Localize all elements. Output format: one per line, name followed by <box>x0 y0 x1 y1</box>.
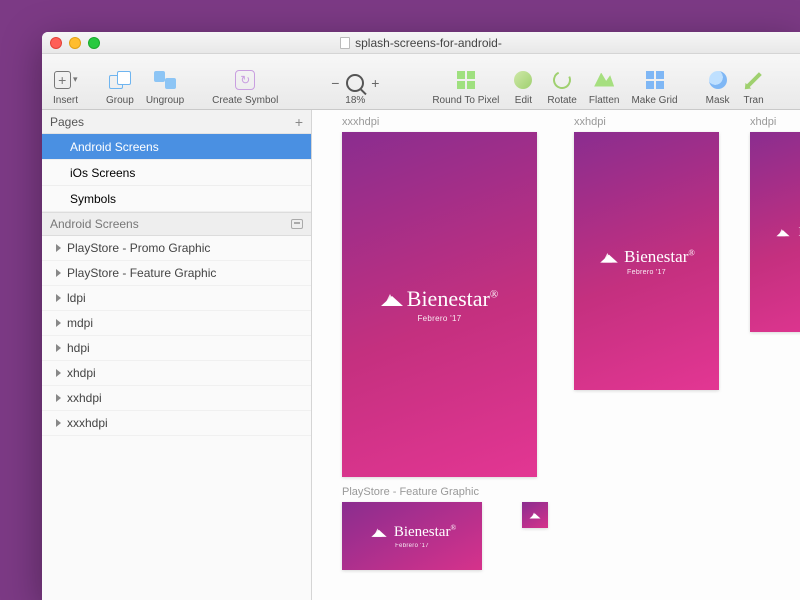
layer-item[interactable]: PlayStore - Feature Graphic <box>42 261 311 286</box>
disclosure-icon <box>56 269 61 277</box>
app-window: splash-screens-for-android- +▾ Insert Gr… <box>42 32 800 600</box>
page-item-symbols[interactable]: Symbols <box>42 186 311 212</box>
edit-icon <box>514 71 532 89</box>
transform-button[interactable]: Tran <box>737 58 771 106</box>
artboard-label[interactable]: xhdpi <box>750 116 776 128</box>
ungroup-icon <box>154 71 176 89</box>
group-button[interactable]: Group <box>101 58 139 106</box>
toolbar: +▾ Insert Group Ungroup ↻ Create Symbol … <box>42 54 800 110</box>
layer-item[interactable]: ldpi <box>42 286 311 311</box>
zoom-out-button[interactable]: − <box>328 75 342 91</box>
page-item-ios[interactable]: iOs Screens <box>42 160 311 186</box>
disclosure-icon <box>56 294 61 302</box>
group-icon <box>109 71 131 89</box>
close-window-button[interactable] <box>50 37 62 49</box>
zoom-control: − + 18% <box>317 58 393 106</box>
artboard-feature-graphic[interactable]: Bienestar® Febrero '17 <box>342 502 482 570</box>
sidebar: Pages + Android Screens iOs Screens Symb… <box>42 110 312 600</box>
layers-section-header: Android Screens <box>42 212 311 236</box>
pages-header: Pages + <box>42 110 311 134</box>
document-icon <box>340 37 350 49</box>
layer-item[interactable]: xhdpi <box>42 361 311 386</box>
transform-icon <box>746 72 762 88</box>
canvas[interactable]: xxxhdpi Bienestar® Febrero '17 xxhdpi Bi… <box>312 110 800 600</box>
add-page-button[interactable]: + <box>295 114 303 130</box>
brand-logo-icon <box>600 251 618 262</box>
artboard-xxxhdpi[interactable]: Bienestar® Febrero '17 <box>342 132 537 477</box>
titlebar: splash-screens-for-android- <box>42 32 800 54</box>
layer-item[interactable]: hdpi <box>42 336 311 361</box>
create-symbol-button[interactable]: ↻ Create Symbol <box>207 58 283 106</box>
artboard-xhdpi[interactable]: Bienestar <box>750 132 800 332</box>
brand-logo-icon <box>381 292 403 306</box>
flatten-button[interactable]: Flatten <box>584 58 625 106</box>
artboard-label[interactable]: xxhdpi <box>574 116 606 128</box>
rotate-icon <box>551 68 574 91</box>
disclosure-icon <box>56 244 61 252</box>
layer-item[interactable]: mdpi <box>42 311 311 336</box>
round-to-pixel-button[interactable]: Round To Pixel <box>427 58 504 106</box>
disclosure-icon <box>56 369 61 377</box>
zoom-value: 18% <box>345 95 365 106</box>
layer-item[interactable]: PlayStore - Promo Graphic <box>42 236 311 261</box>
insert-button[interactable]: +▾ Insert <box>48 58 83 106</box>
disclosure-icon <box>56 419 61 427</box>
zoom-in-button[interactable]: + <box>368 75 382 91</box>
make-grid-button[interactable]: Make Grid <box>626 58 682 106</box>
edit-button[interactable]: Edit <box>506 58 540 106</box>
rotate-button[interactable]: Rotate <box>542 58 581 106</box>
disclosure-icon <box>56 319 61 327</box>
mask-icon <box>709 71 727 89</box>
window-controls <box>50 37 100 49</box>
brand-logo-icon <box>530 512 541 519</box>
layer-item[interactable]: xxxhdpi <box>42 411 311 436</box>
mask-button[interactable]: Mask <box>701 58 735 106</box>
disclosure-icon <box>56 344 61 352</box>
page-item-android[interactable]: Android Screens <box>42 134 311 160</box>
flatten-icon <box>594 73 614 87</box>
ungroup-button[interactable]: Ungroup <box>141 58 189 106</box>
minimize-window-button[interactable] <box>69 37 81 49</box>
collapse-icon[interactable] <box>291 219 303 229</box>
brand-logo-icon <box>371 527 386 537</box>
layer-item[interactable]: xxhdpi <box>42 386 311 411</box>
disclosure-icon <box>56 394 61 402</box>
window-title: splash-screens-for-android- <box>355 36 502 50</box>
symbol-icon: ↻ <box>235 70 255 90</box>
magnifier-icon <box>346 74 364 92</box>
make-grid-icon <box>646 71 664 89</box>
artboard-label[interactable]: xxxhdpi <box>342 116 379 128</box>
artboard-xxhdpi[interactable]: Bienestar® Febrero '17 <box>574 132 719 390</box>
pixel-grid-icon <box>457 71 475 89</box>
insert-icon: + <box>54 71 71 89</box>
artboard-label[interactable]: PlayStore - Feature Graphic <box>342 486 479 498</box>
zoom-window-button[interactable] <box>88 37 100 49</box>
artboard-small[interactable] <box>522 502 548 528</box>
brand-logo-icon <box>777 228 790 236</box>
